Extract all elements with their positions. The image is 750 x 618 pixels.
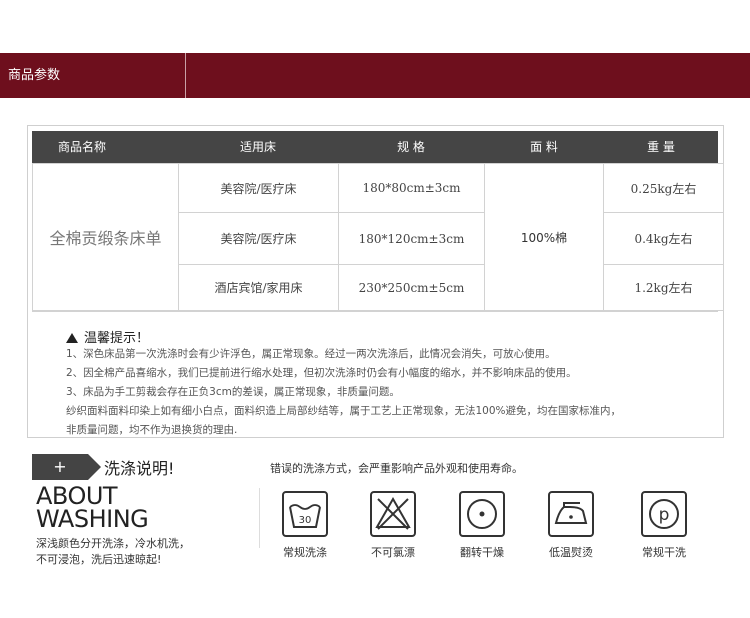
size-cell: 180*120cm±3cm	[338, 212, 485, 265]
material-cell: 100%棉	[484, 163, 604, 311]
bed-cell: 美容院/医疗床	[178, 163, 339, 213]
notes-section: 温馨提示！ 1、深色床品第一次洗涤时会有少许浮色，属正常现象。经过一两次洗涤后，…	[32, 311, 718, 436]
dry-clean-icon: p	[641, 491, 687, 537]
symbol-label: 不可氯漂	[371, 546, 415, 559]
tumble-dry-icon	[459, 491, 505, 537]
note-line: 3、床品为手工剪裁会存在正负3cm的差误，属正常现象，非质量问题。	[66, 386, 400, 398]
dry-clean-letter: p	[659, 505, 670, 525]
wash-temperature: 30	[299, 515, 312, 526]
no-bleach-icon	[370, 491, 416, 537]
notes-title-text: 温馨提示！	[84, 331, 150, 346]
low-iron-icon	[548, 491, 594, 537]
symbol-label: 翻转干燥	[460, 546, 504, 559]
divider	[259, 488, 260, 548]
note-line: 非质量问题，均不作为退换货的理由.	[66, 424, 238, 436]
bed-cell: 酒店宾馆/家用床	[178, 264, 339, 311]
symbol-label: 低温熨烫	[549, 546, 593, 559]
symbol-label: 常规干洗	[642, 546, 686, 559]
column-header-weight: 重 量	[647, 140, 675, 154]
weight-cell: 0.25kg左右	[603, 163, 724, 213]
washing-desc-line: 深浅颜色分开洗涤，冷水机洗，	[36, 537, 190, 550]
note-line: 2、因全棉产品喜缩水，我们已提前进行缩水处理，但初次洗涤时仍会有小幅度的缩水，并…	[66, 367, 577, 379]
size-cell: 180*80cm±3cm	[338, 163, 485, 213]
column-header-size: 规 格	[397, 140, 425, 154]
column-header-name: 商品名称	[57, 140, 106, 154]
size-cell: 230*250cm±5cm	[338, 264, 485, 311]
warning-triangle-icon	[66, 333, 78, 343]
column-header-material: 面 料	[530, 140, 558, 154]
note-line: 1、深色床品第一次洗涤时会有少许浮色，属正常现象。经过一两次洗涤后，此情况会消失…	[66, 348, 556, 360]
washing-title: 洗涤说明!	[104, 459, 175, 478]
section-title: 商品参数 ProductParameters	[0, 53, 186, 128]
weight-cell: 1.2kg左右	[603, 264, 724, 311]
washing-line: WASHING	[36, 505, 149, 533]
washing-tag: +	[32, 454, 101, 480]
notes-title: 温馨提示！	[66, 327, 149, 346]
note-line: 纱织面料面料印染上如有细小白点，面料织造上局部纱结等，属于工艺上正常现象，无法1…	[66, 405, 622, 417]
washing-desc-line: 不可浸泡，洗后迅速晾起!	[36, 553, 162, 566]
bed-cell: 美容院/医疗床	[178, 212, 339, 265]
section-banner: 商品参数 ProductParameters	[0, 53, 750, 128]
wash-30-icon: 30	[282, 491, 328, 537]
product-name-cell: 全棉贡缎条床单	[32, 163, 179, 311]
washing-warning: 错误的洗涤方式，会严重影响产品外观和使用寿命。	[270, 462, 523, 475]
about-washing-heading: ABOUT WASHING	[36, 484, 149, 533]
symbol-label: 常规洗涤	[283, 546, 327, 559]
weight-cell: 0.4kg左右	[603, 212, 724, 265]
table-header: 商品名称 适用床 规 格 面 料 重 量	[32, 131, 718, 163]
column-header-bed: 适用床	[239, 140, 276, 154]
